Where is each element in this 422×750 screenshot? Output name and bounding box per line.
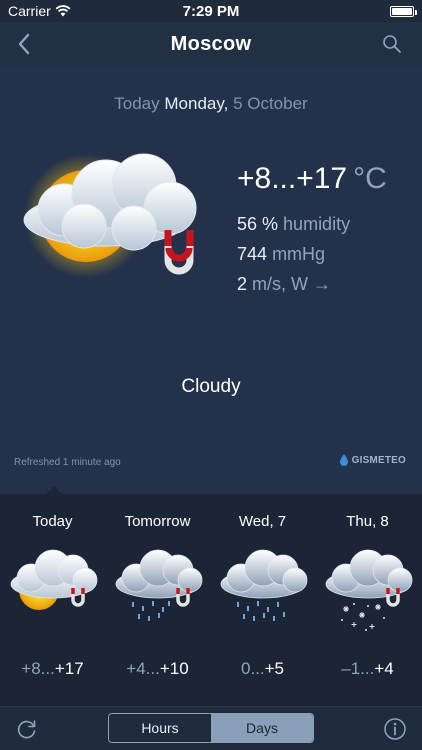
status-bar: Carrier 7:29 PM xyxy=(0,0,422,22)
current-weather-panel: Today Monday, 5 October +8...+17 °C 56 % … xyxy=(0,66,422,494)
forecast-day[interactable]: Tomorrow +4...+10 xyxy=(105,494,210,706)
forecast-day[interactable]: Thu, 8 –1...+4 xyxy=(315,494,420,706)
nav-bar: Moscow xyxy=(0,22,422,66)
search-button[interactable] xyxy=(376,28,408,60)
rain-cloud-magnet-icon xyxy=(115,549,203,621)
refreshed-label: Refreshed 1 minute ago xyxy=(14,457,121,468)
date-day: 5 October xyxy=(233,94,308,113)
sun-cloud-magnet-icon xyxy=(23,153,197,278)
forecast-day[interactable]: Wed, 7 0...+5 xyxy=(210,494,315,706)
hours-tab[interactable]: Hours xyxy=(109,714,211,742)
forecast-day-temp: +4...+10 xyxy=(105,659,210,679)
forecast-temp-low: 0... xyxy=(240,659,265,678)
temperature-value: +8...+17 xyxy=(237,162,348,195)
humidity-value: 56 % xyxy=(237,214,279,234)
temperature-unit: °C xyxy=(353,162,387,195)
forecast-day-name: Today xyxy=(32,513,73,530)
daily-forecast: Today +8...+17 Tomorrow +4...+10 Wed, 7 … xyxy=(0,486,422,706)
sun-cloud-magnet-icon xyxy=(10,549,98,610)
battery-icon xyxy=(390,5,417,17)
date-weekday: Monday, xyxy=(164,94,229,113)
info-button[interactable] xyxy=(380,714,410,744)
forecast-temp-high: +5 xyxy=(264,659,284,678)
water-drop-icon xyxy=(339,454,348,466)
info-icon xyxy=(384,718,406,740)
forecast-temp-low: +4... xyxy=(126,659,160,678)
selected-day-pointer xyxy=(46,486,62,494)
refresh-button[interactable] xyxy=(12,714,42,744)
city-title: Moscow xyxy=(170,32,252,55)
pressure-value: 744 xyxy=(237,244,268,264)
bottom-toolbar: Hours Days xyxy=(0,706,422,750)
days-tab[interactable]: Days xyxy=(211,714,313,742)
forecast-temp-high: +17 xyxy=(54,659,84,678)
forecast-day-temp: –1...+4 xyxy=(315,659,420,679)
back-button[interactable] xyxy=(8,28,40,60)
wind-speed: 2 xyxy=(237,274,248,294)
forecast-temp-low: +8... xyxy=(21,659,55,678)
forecast-temp-low: –1... xyxy=(341,659,375,678)
forecast-day-temp: +8...+17 xyxy=(0,659,105,679)
chevron-left-icon xyxy=(18,33,30,55)
weather-condition: Cloudy xyxy=(181,376,241,397)
pressure-row: 744 mmHg xyxy=(237,244,325,265)
wind-row: 2 m/s, W → xyxy=(237,274,331,295)
forecast-temp-high: +4 xyxy=(374,659,394,678)
temperature-range: +8...+17 °C xyxy=(237,162,387,196)
search-icon xyxy=(383,35,401,53)
forecast-day-name: Wed, 7 xyxy=(238,513,287,530)
rain-cloud-icon xyxy=(220,549,308,621)
date-today-label: Today xyxy=(114,94,160,113)
humidity-label: humidity xyxy=(283,214,351,234)
snow-cloud-magnet-icon xyxy=(325,549,413,631)
forecast-day-temp: 0...+5 xyxy=(210,659,315,679)
refresh-icon xyxy=(17,720,36,739)
forecast-day-name: Thu, 8 xyxy=(346,513,389,530)
pressure-unit: mmHg xyxy=(272,244,326,264)
gismeteo-logo[interactable]: GISMETEO xyxy=(339,453,406,467)
status-time: 7:29 PM xyxy=(182,2,240,20)
forecast-temp-high: +10 xyxy=(159,659,189,678)
current-date: Today Monday, 5 October xyxy=(0,94,422,114)
magnet-shape xyxy=(164,230,194,275)
brand-label: GISMETEO xyxy=(351,454,406,466)
view-mode-toggle: Hours Days xyxy=(108,713,314,743)
forecast-day-name: Tomorrow xyxy=(124,513,191,530)
forecast-day[interactable]: Today +8...+17 xyxy=(0,494,105,706)
wind-unit: m/s, W → xyxy=(252,274,332,294)
humidity-row: 56 % humidity xyxy=(237,214,350,235)
